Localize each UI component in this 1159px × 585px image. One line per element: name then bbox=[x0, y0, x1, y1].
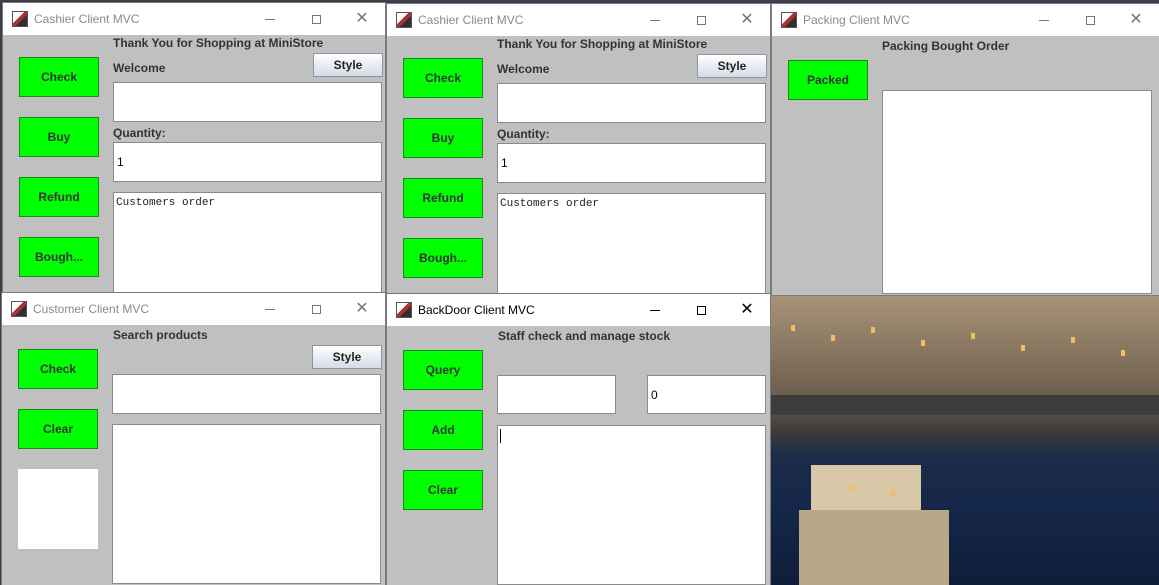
title-bar[interactable]: Customer Client MVC ✕ bbox=[2, 293, 385, 325]
style-button[interactable]: Style bbox=[313, 53, 383, 77]
search-input[interactable] bbox=[112, 374, 381, 414]
style-button[interactable]: Style bbox=[312, 345, 382, 369]
java-app-icon bbox=[12, 11, 28, 27]
bought-button[interactable]: Bough... bbox=[403, 238, 483, 278]
quantity-label: Quantity: bbox=[497, 127, 550, 141]
window-title: Cashier Client MVC bbox=[34, 12, 140, 26]
minimize-icon[interactable] bbox=[247, 293, 293, 325]
product-input[interactable] bbox=[497, 83, 766, 123]
query-button[interactable]: Query bbox=[403, 350, 483, 390]
close-icon[interactable]: ✕ bbox=[339, 293, 385, 325]
check-button[interactable]: Check bbox=[18, 349, 98, 389]
order-textarea[interactable]: Customers order bbox=[113, 192, 382, 293]
java-app-icon bbox=[396, 302, 412, 318]
clear-button[interactable]: Clear bbox=[18, 409, 98, 449]
text-cursor bbox=[500, 429, 501, 443]
product-input[interactable] bbox=[113, 82, 382, 122]
add-button[interactable]: Add bbox=[403, 410, 483, 450]
stock-textarea[interactable] bbox=[497, 425, 766, 585]
cashier-window-2: Cashier Client MVC ✕ Thank You for Shopp… bbox=[387, 4, 770, 294]
maximize-icon[interactable] bbox=[293, 3, 339, 35]
title-bar[interactable]: Cashier Client MVC ✕ bbox=[3, 3, 385, 35]
minimize-icon[interactable] bbox=[1021, 4, 1067, 36]
header-label: Staff check and manage stock bbox=[498, 329, 671, 343]
window-title: Cashier Client MVC bbox=[418, 13, 524, 27]
packing-window: Packing Client MVC ✕ Packing Bought Orde… bbox=[772, 4, 1159, 295]
check-button[interactable]: Check bbox=[403, 58, 483, 98]
style-button[interactable]: Style bbox=[697, 54, 767, 78]
buy-button[interactable]: Buy bbox=[403, 118, 483, 158]
order-textarea[interactable]: Customers order bbox=[497, 193, 766, 294]
java-app-icon bbox=[396, 12, 412, 28]
header-label: Search products bbox=[113, 328, 208, 342]
product-number-input[interactable] bbox=[497, 375, 616, 414]
close-icon[interactable]: ✕ bbox=[339, 3, 385, 35]
window-title: BackDoor Client MVC bbox=[418, 303, 535, 317]
header-label: Packing Bought Order bbox=[882, 39, 1010, 53]
backdoor-window: BackDoor Client MVC ✕ Staff check and ma… bbox=[387, 294, 770, 585]
java-app-icon bbox=[11, 301, 27, 317]
header-label: Thank You for Shopping at MiniStore bbox=[113, 36, 324, 50]
minimize-icon[interactable] bbox=[632, 4, 678, 36]
welcome-label: Welcome bbox=[497, 62, 550, 76]
results-textarea[interactable] bbox=[112, 424, 381, 584]
refund-button[interactable]: Refund bbox=[19, 177, 99, 217]
title-bar[interactable]: BackDoor Client MVC ✕ bbox=[387, 294, 770, 326]
product-image bbox=[18, 469, 98, 549]
title-bar[interactable]: Cashier Client MVC ✕ bbox=[387, 4, 770, 36]
desktop-wallpaper bbox=[771, 295, 1159, 585]
clear-button[interactable]: Clear bbox=[403, 470, 483, 510]
check-button[interactable]: Check bbox=[19, 57, 99, 97]
window-title: Customer Client MVC bbox=[33, 302, 150, 316]
quantity-input[interactable]: 1 bbox=[113, 142, 382, 182]
java-app-icon bbox=[781, 12, 797, 28]
minimize-icon[interactable] bbox=[247, 3, 293, 35]
maximize-icon[interactable] bbox=[678, 4, 724, 36]
bought-button[interactable]: Bough... bbox=[19, 237, 99, 277]
close-icon[interactable]: ✕ bbox=[724, 4, 770, 36]
maximize-icon[interactable] bbox=[1067, 4, 1113, 36]
cashier-window-1: Cashier Client MVC ✕ Thank You for Shopp… bbox=[3, 3, 385, 293]
minimize-icon[interactable] bbox=[632, 294, 678, 326]
customer-window: Customer Client MVC ✕ Search products St… bbox=[2, 293, 385, 585]
welcome-label: Welcome bbox=[113, 61, 166, 75]
buy-button[interactable]: Buy bbox=[19, 117, 99, 157]
header-label: Thank You for Shopping at MiniStore bbox=[497, 37, 708, 51]
refund-button[interactable]: Refund bbox=[403, 178, 483, 218]
close-icon[interactable]: ✕ bbox=[1113, 4, 1159, 36]
quantity-input[interactable]: 1 bbox=[497, 143, 766, 183]
close-icon[interactable]: ✕ bbox=[724, 294, 770, 326]
maximize-icon[interactable] bbox=[293, 293, 339, 325]
maximize-icon[interactable] bbox=[678, 294, 724, 326]
title-bar[interactable]: Packing Client MVC ✕ bbox=[772, 4, 1159, 36]
quantity-input[interactable]: 0 bbox=[647, 375, 766, 414]
window-title: Packing Client MVC bbox=[803, 13, 910, 27]
quantity-label: Quantity: bbox=[113, 126, 166, 140]
order-textarea[interactable] bbox=[882, 90, 1152, 294]
packed-button[interactable]: Packed bbox=[788, 60, 868, 100]
